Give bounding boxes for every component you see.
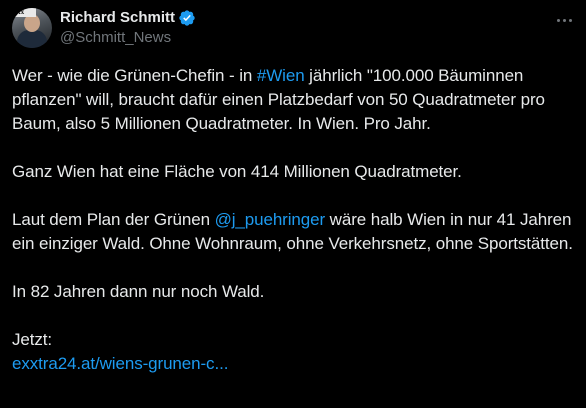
tweet-text: Wer - wie die Grünen-Chefin - in #Wien j…: [12, 64, 574, 376]
hashtag-link[interactable]: #Wien: [257, 66, 305, 85]
tweet-card: exx Richard Schmitt @Schmitt_News Wer - …: [0, 0, 586, 408]
paragraph-5: Jetzt:: [12, 330, 53, 349]
author-display-name[interactable]: Richard Schmitt: [60, 8, 175, 28]
name-row: Richard Schmitt: [60, 8, 196, 28]
paragraph-3: Laut dem Plan der Grünen @j_puehringer w…: [12, 208, 574, 256]
paragraph-3-start: Laut dem Plan der Grünen: [12, 210, 215, 229]
dot: [562, 18, 566, 22]
avatar-logo-tag: exx: [12, 8, 36, 17]
dot: [568, 18, 572, 22]
author-handle[interactable]: @Schmitt_News: [60, 28, 196, 48]
paragraph-4: In 82 Jahren dann nur noch Wald.: [12, 282, 265, 301]
more-options-icon[interactable]: [554, 10, 574, 30]
article-link[interactable]: exxtra24.at/wiens-grunen-c...: [12, 354, 228, 373]
avatar[interactable]: exx: [12, 8, 52, 48]
author-block: Richard Schmitt @Schmitt_News: [60, 8, 196, 48]
paragraph-1: Wer - wie die Grünen-Chefin - in #Wien j…: [12, 64, 574, 136]
dot: [556, 18, 560, 22]
mention-link[interactable]: @j_puehringer: [215, 210, 326, 229]
tweet-header: exx Richard Schmitt @Schmitt_News: [12, 8, 574, 48]
avatar-body: [17, 30, 47, 48]
paragraph-1-start: Wer - wie die Grünen-Chefin - in: [12, 66, 257, 85]
verified-badge-icon: [179, 10, 195, 26]
paragraph-2: Ganz Wien hat eine Fläche von 414 Millio…: [12, 162, 462, 181]
article-link-line: exxtra24.at/wiens-grunen-c...: [12, 352, 574, 376]
